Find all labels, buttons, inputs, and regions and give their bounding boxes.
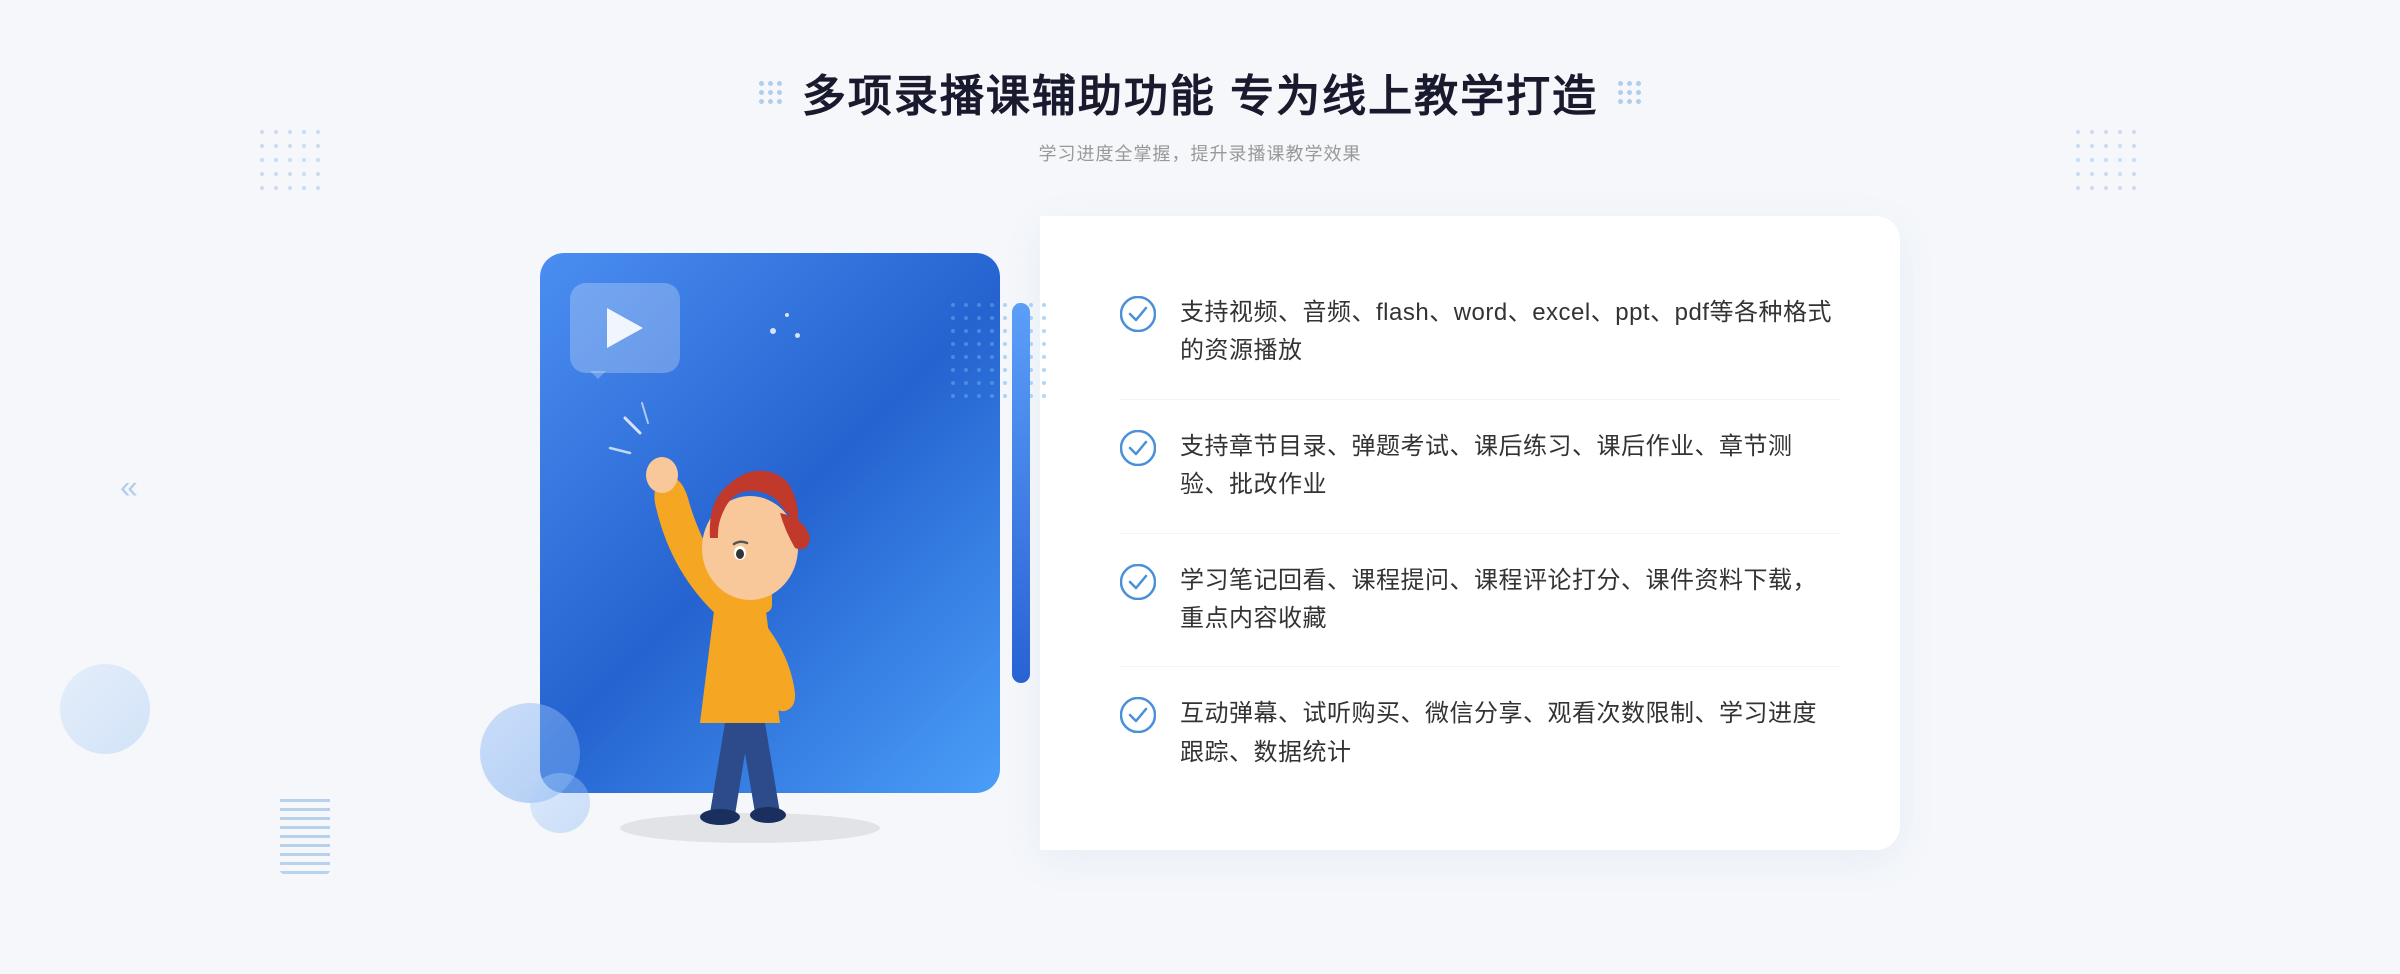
deco-dots-left (260, 130, 324, 194)
title-deco-left (759, 81, 782, 104)
main-title: 多项录播课辅助功能 专为线上教学打造 (802, 60, 1598, 124)
feature-text-4: 互动弹幕、试听购买、微信分享、观看次数限制、学习进度跟踪、数据统计 (1180, 695, 1840, 772)
illus-blue-bar (1012, 303, 1030, 683)
check-icon-3 (1120, 564, 1156, 600)
far-left-circle-deco (60, 664, 150, 754)
deco-dots-right (2076, 130, 2140, 194)
check-icon-2 (1120, 430, 1156, 466)
feature-item-2: 支持章节目录、弹题考试、课后练习、课后作业、章节测验、批改作业 (1120, 400, 1840, 534)
title-row: 多项录播课辅助功能 专为线上教学打造 (759, 60, 1641, 124)
feature-item-4: 互动弹幕、试听购买、微信分享、观看次数限制、学习进度跟踪、数据统计 (1120, 667, 1840, 800)
subtitle: 学习进度全掌握，提升录播课教学效果 (1038, 140, 1361, 166)
feature-item-1: 支持视频、音频、flash、word、excel、ppt、pdf等各种格式的资源… (1120, 266, 1840, 400)
check-icon-1 (1120, 296, 1156, 332)
check-icon-4 (1120, 697, 1156, 733)
features-panel: 支持视频、音频、flash、word、excel、ppt、pdf等各种格式的资源… (1040, 216, 1900, 850)
stripe-decoration (280, 794, 330, 874)
feature-text-2: 支持章节目录、弹题考试、课后练习、课后作业、章节测验、批改作业 (1180, 428, 1840, 505)
header-section: 多项录播课辅助功能 专为线上教学打造 学习进度全掌握，提升录播课教学效果 (759, 60, 1641, 166)
illus-dots-pattern (951, 303, 1050, 402)
feature-text-1: 支持视频、音频、flash、word、excel、ppt、pdf等各种格式的资源… (1180, 294, 1840, 371)
content-area: 支持视频、音频、flash、word、excel、ppt、pdf等各种格式的资源… (500, 216, 1900, 850)
page-container: « 多项录播课辅助功能 专为线上教学打造 学习进度全掌握，提升录播课教学效果 (0, 0, 2400, 974)
title-deco-right (1618, 81, 1641, 104)
feature-text-3: 学习笔记回看、课程提问、课程评论打分、课件资料下载，重点内容收藏 (1180, 562, 1840, 639)
feature-item-3: 学习笔记回看、课程提问、课程评论打分、课件资料下载，重点内容收藏 (1120, 534, 1840, 668)
person-illustration (580, 353, 920, 843)
play-icon (607, 308, 643, 348)
left-nav-arrow[interactable]: « (120, 469, 138, 506)
illustration-wrapper (500, 223, 1060, 843)
